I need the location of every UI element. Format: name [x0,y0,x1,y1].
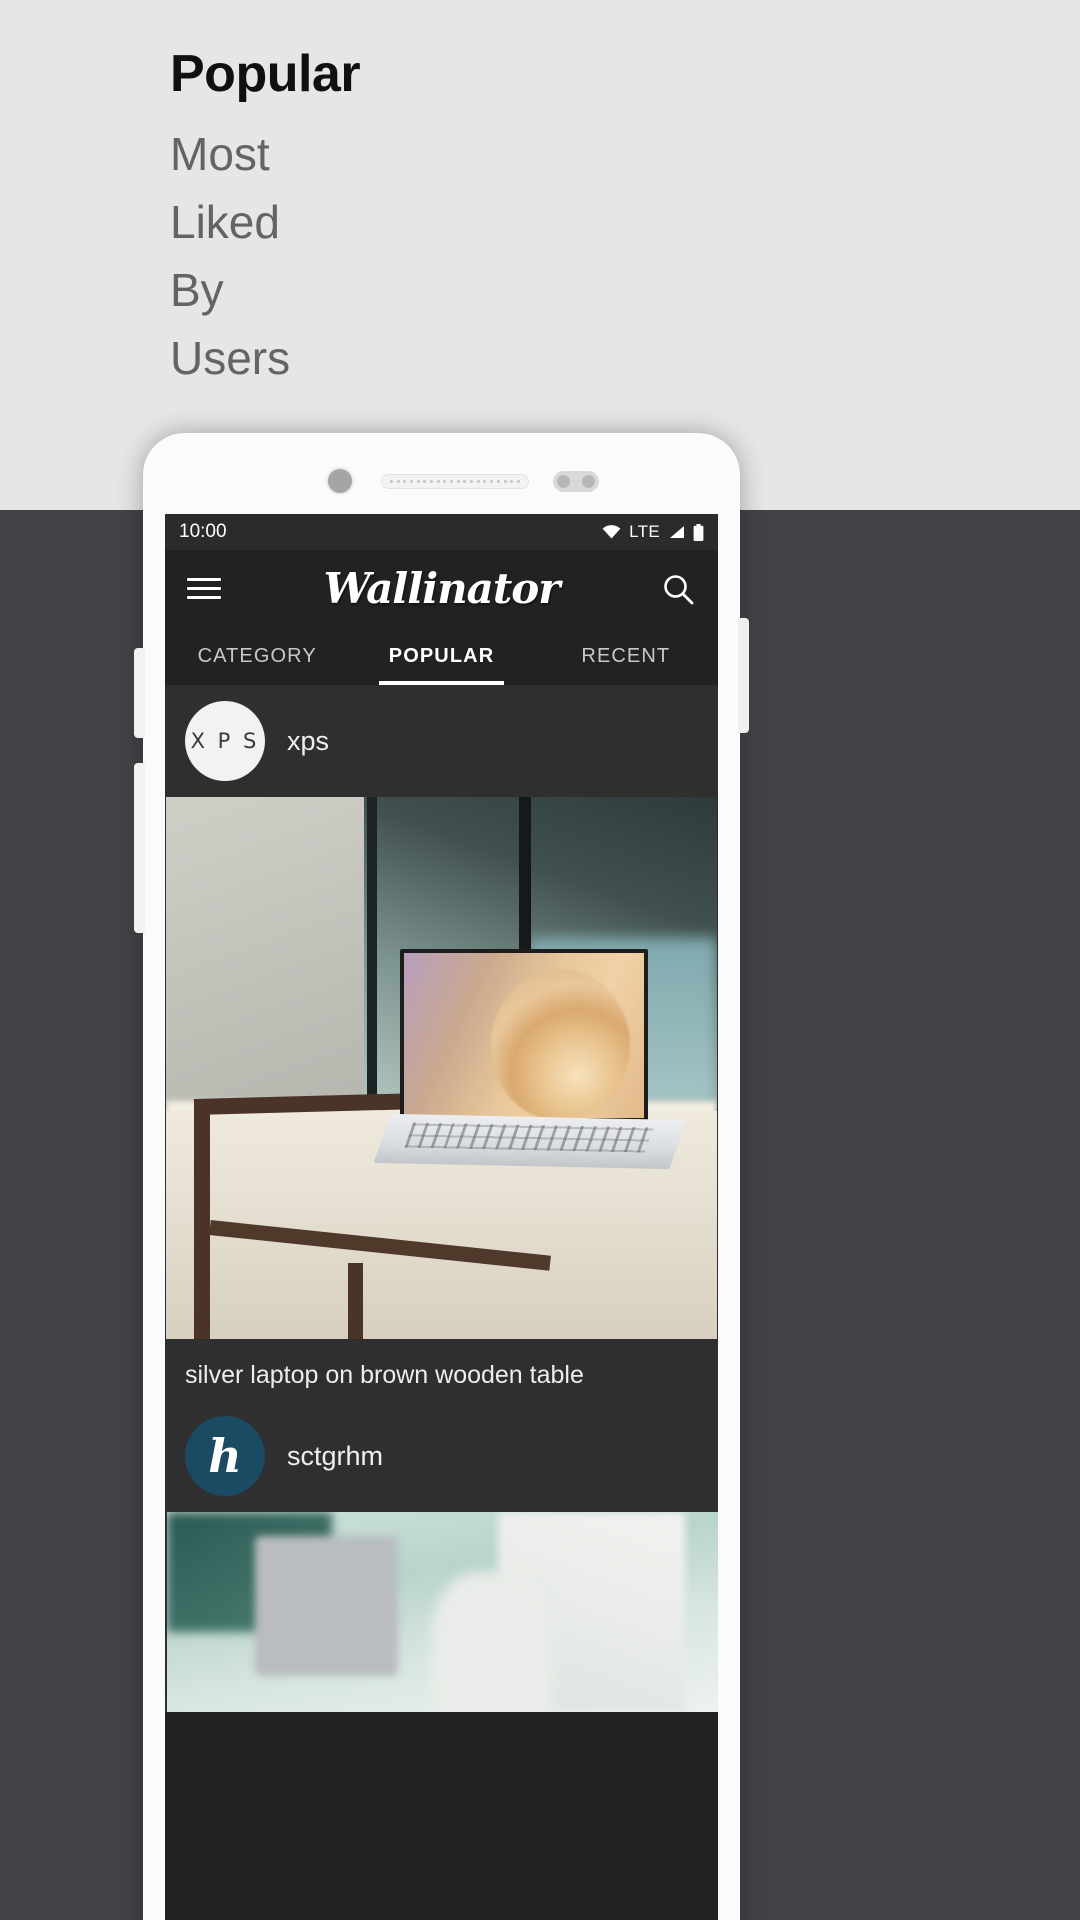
network-type-label: LTE [629,522,660,541]
post-caption: silver laptop on brown wooden table [165,1339,718,1400]
cellular-signal-icon [668,525,685,539]
volume-button-secondary[interactable] [134,763,145,933]
app-toolbar: Wallinator [165,550,718,627]
proximity-sensor-icon [553,471,599,492]
post-author-row[interactable]: h sctgrhm [165,1400,718,1512]
volume-button[interactable] [134,648,145,738]
post-author-name[interactable]: sctgrhm [287,1441,383,1472]
promo-subtitle-line-2: Liked [170,196,280,248]
app-title: Wallinator [323,564,561,613]
promo-subtitle-line-4: Users [170,332,291,384]
wallpaper-image[interactable] [167,1512,718,1712]
status-bar: 10:00 LTE [165,514,718,550]
post-author-name[interactable]: xps [287,726,329,757]
promo-subtitle-line-1: Most [170,128,270,180]
post-author-row[interactable]: X P S xps [165,685,718,797]
hamburger-menu-icon[interactable] [187,572,221,605]
avatar-label: h [208,1429,242,1483]
avatar-label: X P S [190,729,260,753]
front-camera-icon [328,469,352,493]
phone-device-frame: 10:00 LTE Wallinator CATEGORY POPULAR RE… [134,433,749,1920]
tab-recent[interactable]: RECENT [534,627,718,685]
status-bar-time: 10:00 [179,521,227,542]
wifi-icon [602,525,621,539]
promo-subtitle: Most Liked By Users [170,120,290,392]
search-icon[interactable] [660,571,696,607]
avatar[interactable]: h [185,1416,265,1496]
earpiece-speaker-icon [381,474,529,489]
tab-bar: CATEGORY POPULAR RECENT [165,627,718,685]
tab-popular[interactable]: POPULAR [349,627,533,685]
avatar[interactable]: X P S [185,701,265,781]
phone-screen: 10:00 LTE Wallinator CATEGORY POPULAR RE… [165,514,718,1920]
wallpaper-image[interactable] [166,797,717,1339]
promo-subtitle-line-3: By [170,264,224,316]
promo-title: Popular [170,45,361,103]
wallpaper-feed: X P S xps silver laptop on brown wooden … [165,685,718,1712]
power-button[interactable] [738,618,749,733]
status-bar-icons: LTE [602,522,704,542]
battery-full-icon [693,523,704,541]
tab-category[interactable]: CATEGORY [165,627,349,685]
